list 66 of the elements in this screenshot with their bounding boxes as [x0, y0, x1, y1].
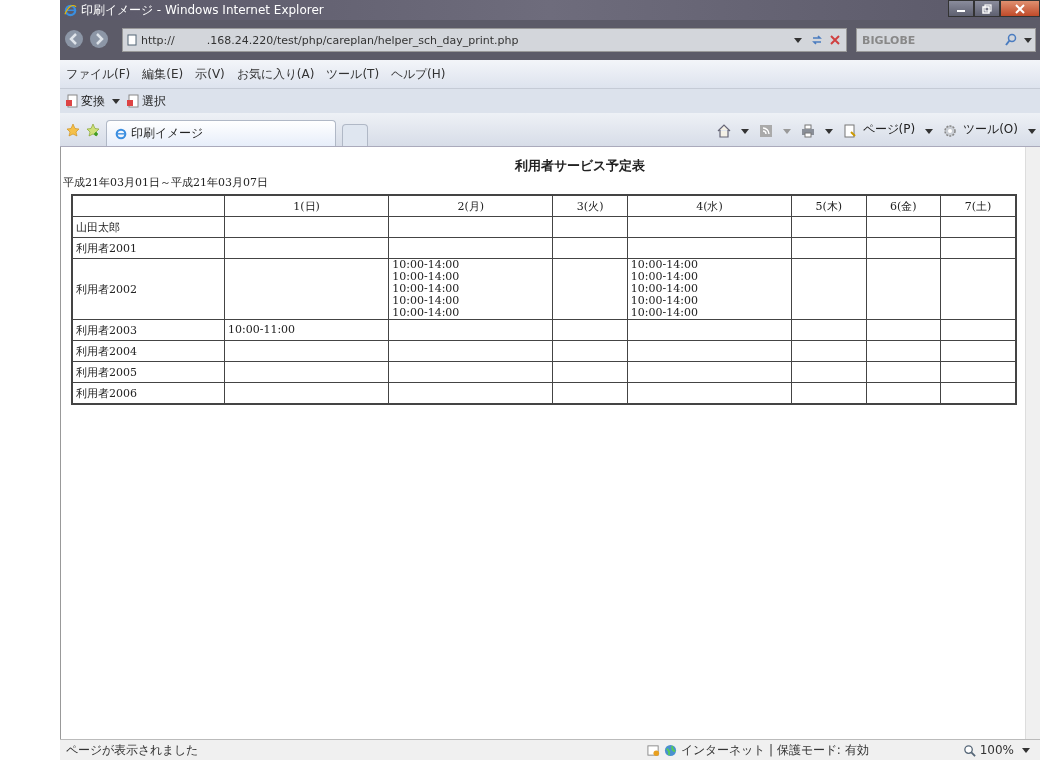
- table-header-cell: 1(日): [224, 195, 389, 217]
- dropdown-arrow-icon[interactable]: [925, 129, 934, 134]
- table-header-cell: 4(水): [627, 195, 792, 217]
- command-button[interactable]: ページ(P): [862, 121, 916, 138]
- refresh-icon[interactable]: [810, 33, 824, 47]
- search-icon[interactable]: [1004, 33, 1018, 47]
- restore-icon: [982, 3, 992, 14]
- table-header-cell: 3(火): [552, 195, 628, 217]
- close-icon: [1015, 3, 1025, 14]
- table-cell: 利用者2005: [72, 361, 225, 383]
- dropdown-arrow-icon[interactable]: [794, 37, 802, 43]
- menu-item[interactable]: 編集(E): [142, 65, 184, 83]
- dropdown-arrow-icon[interactable]: [1028, 129, 1036, 134]
- table-cell: 10:00-14:00 10:00-14:00 10:00-14:00 10:00-14:00 10:00-14:00: [627, 258, 792, 320]
- table-cell: 10:00-11:00: [224, 319, 389, 341]
- page-icon: [127, 34, 137, 46]
- back-button[interactable]: [64, 29, 86, 51]
- table-cell: 利用者2002: [72, 258, 225, 320]
- forward-button[interactable]: [89, 29, 111, 51]
- table-cell: 利用者2001: [72, 237, 225, 259]
- zoom-icon[interactable]: [962, 743, 976, 757]
- address-field[interactable]: http:// .168.24.220/test/php/careplan/helper_sch_day_print.php: [122, 28, 847, 52]
- menu-item[interactable]: ヘルプ(H): [391, 65, 446, 83]
- dropdown-arrow-icon[interactable]: [1022, 747, 1030, 753]
- menu-item[interactable]: ツール(T): [326, 65, 380, 83]
- toolbar-button[interactable]: 選択: [142, 92, 166, 110]
- dropdown-arrow-icon[interactable]: [112, 98, 120, 104]
- stop-icon[interactable]: [828, 33, 842, 47]
- scrollbar[interactable]: [1025, 147, 1040, 739]
- table-header-cell: 6(金): [866, 195, 941, 217]
- window-title: 印刷イメージ - Windows Internet Explorer: [81, 1, 324, 19]
- browser-tab[interactable]: 印刷イメージ: [106, 120, 336, 146]
- gear-icon: [943, 124, 958, 138]
- minimize-button[interactable]: [948, 0, 974, 17]
- document-icon: [127, 94, 139, 108]
- maximize-button[interactable]: [974, 0, 1000, 17]
- date-range: 平成21年03月01日～平成21年03月07日: [63, 175, 269, 190]
- printer-icon[interactable]: [800, 124, 815, 138]
- table-cell: 利用者2003: [72, 319, 225, 341]
- page-title: 利用者サービス予定表: [514, 157, 646, 175]
- security-zone: インターネット | 保護モード: 有効: [681, 741, 869, 759]
- menu-item[interactable]: ファイル(F): [66, 65, 131, 83]
- browser-logo-icon: [115, 127, 127, 140]
- table-cell: 山田太郎: [72, 216, 225, 238]
- add-favorite-icon[interactable]: [86, 123, 100, 137]
- document-icon: [66, 94, 78, 108]
- home-icon[interactable]: [716, 124, 731, 138]
- star-icon[interactable]: [66, 123, 80, 137]
- toolbar-button[interactable]: 変換: [81, 92, 105, 110]
- globe-icon: [664, 743, 678, 757]
- menu-item[interactable]: お気に入り(A): [236, 65, 315, 83]
- menu-item[interactable]: 示(V): [195, 65, 225, 83]
- table-cell: 利用者2004: [72, 340, 225, 362]
- page-icon: [842, 124, 857, 138]
- zoom-level[interactable]: 100%: [979, 743, 1014, 757]
- browser-logo-icon: [64, 3, 77, 17]
- table-cell: 10:00-14:00 10:00-14:00 10:00-14:00 10:00-14:00 10:00-14:00: [388, 258, 553, 320]
- command-button[interactable]: ツール(O): [963, 121, 1018, 138]
- dropdown-arrow-icon[interactable]: [824, 129, 833, 134]
- close-button[interactable]: [1000, 0, 1040, 17]
- table-header-cell: 2(月): [388, 195, 553, 217]
- dropdown-arrow-icon[interactable]: [1024, 38, 1032, 43]
- status-message: ページが表示されました: [66, 741, 198, 759]
- search-field[interactable]: BIGLOBE: [856, 28, 1036, 52]
- table-header-cell: 5(木): [791, 195, 866, 217]
- dropdown-arrow-icon[interactable]: [740, 129, 749, 134]
